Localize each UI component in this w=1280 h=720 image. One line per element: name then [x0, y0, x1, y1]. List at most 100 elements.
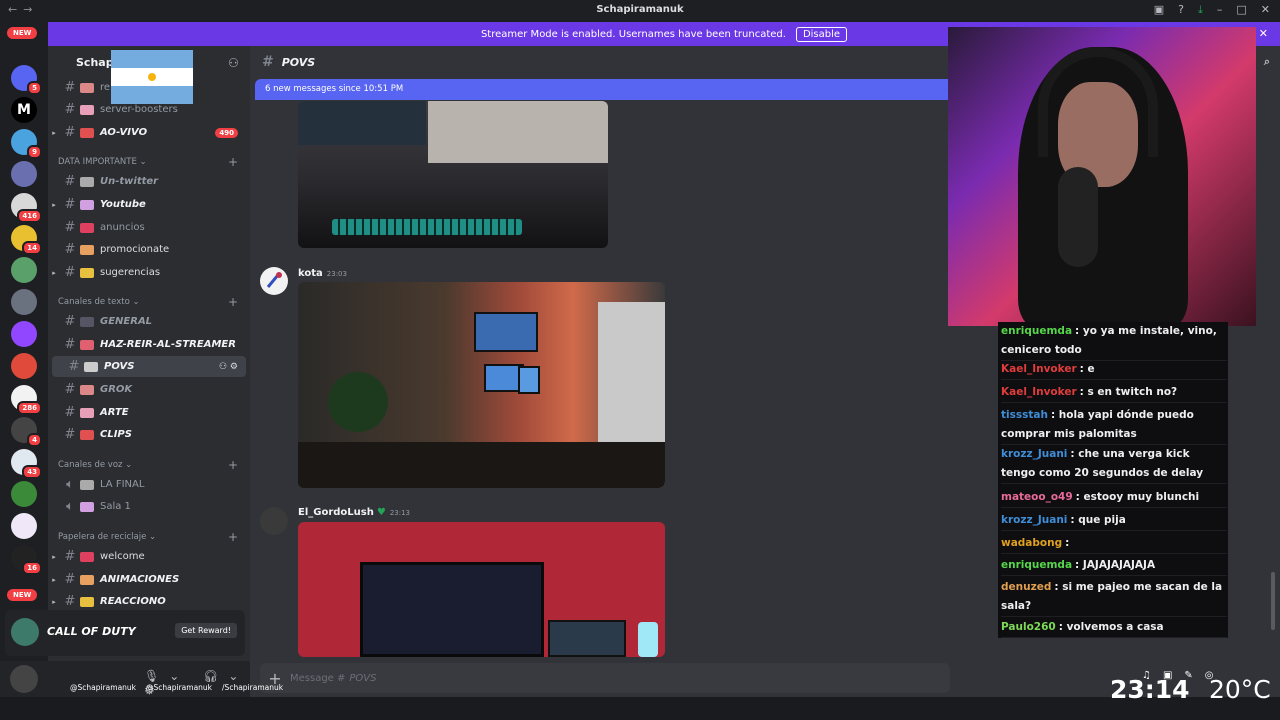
chat-username[interactable]: Kael_Invoker [1001, 363, 1077, 375]
chat-text: : estooy muy blunchi [1075, 491, 1200, 503]
channel-emoji-icon [84, 361, 98, 372]
add-channel-icon[interactable]: + [228, 530, 238, 544]
disable-button[interactable]: Disable [795, 26, 848, 42]
server-icon[interactable] [11, 513, 37, 539]
message-image[interactable] [298, 101, 608, 248]
minimize-button[interactable]: – [1217, 3, 1223, 17]
server-icon[interactable] [11, 289, 37, 315]
download-icon[interactable]: ⤓ [1198, 3, 1203, 17]
message-input[interactable]: + Message # POVS [260, 663, 950, 693]
sidebar-item-grok[interactable]: # GROK [48, 379, 250, 400]
close-icon[interactable]: ✕ [1259, 27, 1268, 40]
add-friend-icon[interactable]: ⚇ [228, 56, 239, 70]
image-screen [428, 101, 608, 163]
message-image[interactable] [298, 522, 665, 657]
sidebar-item-re[interactable]: # re [48, 77, 250, 98]
chat-username[interactable]: krozz_Juani [1001, 514, 1067, 526]
add-channel-icon[interactable]: + [228, 458, 238, 472]
window-controls[interactable]: ▣? ⤓ – □ ✕ [1154, 3, 1270, 17]
chat-username[interactable]: mateoo_o49 [1001, 491, 1073, 503]
image-light [638, 622, 658, 657]
chat-text: : [1065, 537, 1070, 549]
channel-settings-icon[interactable]: ⚇ ⚙ [219, 362, 238, 372]
sidebar-item-animaciones[interactable]: ▸ # ANIMACIONES [48, 569, 250, 590]
sidebar-item-ao-vivo[interactable]: ▸ # AO-VIVO 490 [48, 122, 250, 143]
chat-username[interactable]: enriquemda [1001, 559, 1072, 571]
sidebar-item-promocionate[interactable]: # promocionate [48, 239, 250, 260]
add-channel-icon[interactable]: + [228, 295, 238, 309]
help-icon[interactable]: ? [1178, 3, 1184, 17]
avatar[interactable] [10, 665, 38, 693]
sidebar-item-povs[interactable]: # POVS ⚇ ⚙ [52, 356, 246, 377]
scrollbar[interactable] [1271, 572, 1275, 630]
server-icon-m[interactable]: M [11, 97, 37, 123]
chat-username[interactable]: wadabong [1001, 537, 1062, 549]
close-button[interactable]: ✕ [1261, 3, 1270, 17]
twitch-server-icon[interactable] [11, 321, 37, 347]
channel-emoji-icon [80, 596, 94, 607]
chat-username[interactable]: krozz_Juani [1001, 448, 1067, 460]
new-pill[interactable]: NEW [7, 27, 38, 39]
sidebar-item-arte[interactable]: # ARTE [48, 402, 250, 423]
server-icon[interactable] [11, 353, 37, 379]
expand-arrow-icon: ▸ [52, 268, 56, 277]
avatar[interactable] [260, 267, 288, 295]
sidebar-item-sala-1[interactable]: 🔈︎ Sala 1 [48, 496, 250, 517]
add-channel-icon[interactable]: + [228, 155, 238, 169]
message-author[interactable]: kota 23:03 [298, 268, 347, 279]
server-icon[interactable]: 286 [11, 385, 42, 415]
sidebar-item-general[interactable]: # GENERAL [48, 311, 250, 332]
instagram-handle: @Schapiramanuk [70, 683, 137, 692]
server-icon[interactable] [11, 161, 37, 187]
channel-name: POVS [104, 361, 135, 372]
expand-arrow-icon: ▸ [52, 128, 56, 137]
hash-icon: # [64, 242, 76, 257]
server-icon[interactable]: 9 [11, 129, 42, 159]
search-icon[interactable]: ⌕ [1264, 55, 1270, 69]
chat-username[interactable]: enriquemda [1001, 325, 1072, 337]
channel-emoji-icon [80, 176, 94, 187]
sidebar-item-server-boosters[interactable]: # server-boosters [48, 99, 250, 120]
server-icon[interactable]: 416 [11, 193, 42, 223]
chevron-down-icon: ⌄ [129, 297, 140, 307]
chat-username[interactable]: tissstah [1001, 409, 1048, 421]
get-reward-button[interactable]: Get Reward! [175, 623, 237, 638]
chat-username[interactable]: Paulo260 [1001, 621, 1056, 633]
sidebar-item-clips[interactable]: # CLIPS [48, 424, 250, 445]
server-icon[interactable] [11, 481, 37, 507]
server-icon[interactable]: 16 [11, 545, 42, 575]
promo-card[interactable]: CALL OF DUTY Get Reward! [5, 610, 245, 656]
chat-username[interactable]: Kael_Invoker [1001, 386, 1077, 398]
category-header[interactable]: DATA IMPORTANTE ⌄ + [58, 155, 238, 169]
category-header[interactable]: Papelera de reciclaje ⌄ + [58, 530, 238, 544]
channel-emoji-icon [80, 479, 94, 490]
stream-temperature: 20°C [1209, 675, 1271, 704]
category-header[interactable]: Canales de voz ⌄ + [58, 458, 238, 472]
stream-chat-message: tissstah: hola yapi dónde puedo comprar … [1001, 406, 1227, 445]
server-icon[interactable]: 43 [11, 449, 42, 479]
inbox-icon[interactable]: ▣ [1154, 3, 1164, 17]
sidebar-item-reacciono[interactable]: ▸ # REACCIONO [48, 591, 250, 612]
sidebar-item-anuncios[interactable]: # anuncios [48, 217, 250, 238]
new-messages-bar[interactable]: 6 new messages since 10:51 PM [255, 79, 955, 100]
sidebar-item-haz-reir-al-streamer[interactable]: # HAZ-REIR-AL-STREAMER [48, 334, 250, 355]
server-icon[interactable]: 14 [11, 225, 42, 255]
server-icon[interactable]: 4 [11, 417, 42, 447]
channel-name: CLIPS [100, 429, 132, 440]
new-pill[interactable]: NEW [7, 589, 38, 601]
sidebar-item-la-final[interactable]: 🔈︎ LA FINAL [48, 474, 250, 495]
webcam-overlay [948, 27, 1256, 326]
sidebar-item-welcome[interactable]: ▸ # welcome [48, 546, 250, 567]
maximize-button[interactable]: □ [1236, 3, 1246, 17]
category-label: Canales de voz [58, 460, 123, 470]
sidebar-item-sugerencias[interactable]: ▸ # sugerencias [48, 262, 250, 283]
server-icon[interactable] [11, 257, 37, 283]
sidebar-item-un-twitter[interactable]: # Un-twitter [48, 171, 250, 192]
sidebar-item-youtube[interactable]: ▸ # Youtube [48, 194, 250, 215]
chat-username[interactable]: denuzed [1001, 581, 1051, 593]
category-header[interactable]: Canales de texto ⌄ + [58, 295, 238, 309]
message-image[interactable] [298, 282, 665, 488]
server-icon[interactable]: 5 [11, 65, 42, 95]
message-author[interactable]: El_GordoLush ♥ 23:13 [298, 507, 410, 518]
avatar[interactable] [260, 507, 288, 535]
